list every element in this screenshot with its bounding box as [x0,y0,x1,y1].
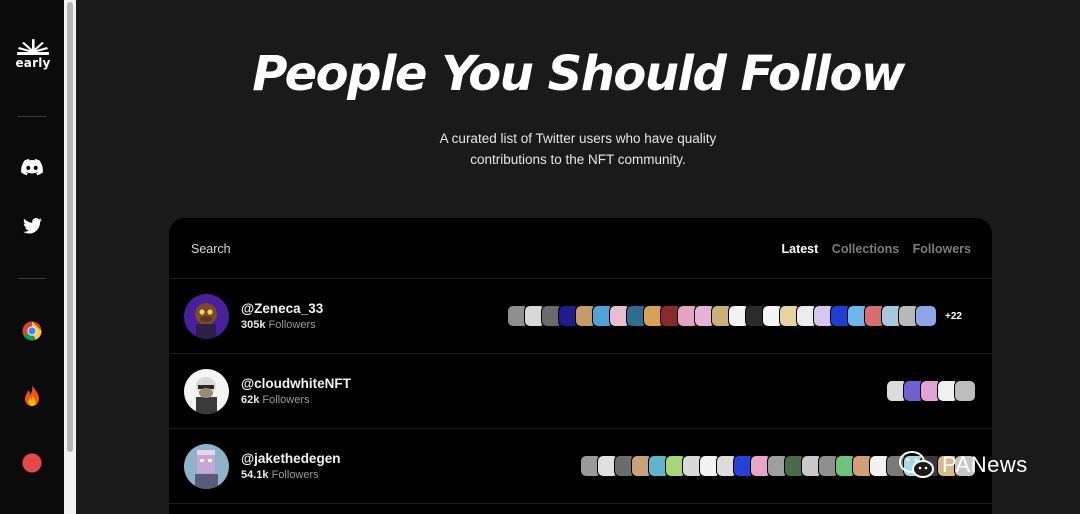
nft-collection-strip [886,380,976,402]
user-handle[interactable]: @cloudwhiteNFT [241,376,351,391]
user-row[interactable]: @Zeneca_33 305k Followers +22 [169,279,992,354]
watermark-text: PANews [942,452,1028,477]
follower-number: 62k [241,394,260,406]
follower-label: Followers [268,319,316,331]
follower-label: Followers [262,394,310,406]
record-dot-icon[interactable] [20,451,44,475]
subtitle-line: contributions to the NFT community. [470,152,686,167]
page-title: People You Should Follow [252,46,905,102]
follower-label: Followers [271,469,319,481]
nft-collection-strip: +22 [507,305,976,327]
early-logo-icon [17,39,49,55]
scrollbar-thumb[interactable] [67,2,73,452]
nft-thumbnail[interactable] [954,380,976,402]
twitter-icon[interactable] [20,214,44,238]
user-handle[interactable]: @Zeneca_33 [241,301,323,316]
fire-icon[interactable] [20,384,44,408]
tab-followers[interactable]: Followers [913,242,971,256]
tab-latest[interactable]: Latest [781,242,818,256]
logo-text: early [15,56,51,70]
avatar[interactable] [184,444,229,489]
watermark: PANews [898,450,1028,480]
user-row[interactable]: @jakethedegen 54.1k Followers [169,429,992,504]
avatar[interactable] [184,369,229,414]
follower-count: 54.1k Followers [241,469,319,481]
subtitle-line: A curated list of Twitter users who have… [439,131,717,146]
user-handle[interactable]: @jakethedegen [241,451,340,466]
sidebar-divider [18,116,46,117]
user-row[interactable]: @cloudwhiteNFT 62k Followers [169,354,992,429]
avatar[interactable] [184,294,229,339]
more-collections-count[interactable]: +22 [945,311,962,322]
tab-collections[interactable]: Collections [832,242,899,256]
search-input[interactable]: Search [191,242,231,256]
people-list-card: Search Latest Collections Followers @Zen… [169,218,992,514]
follower-count: 305k Followers [241,319,316,331]
list-header: Search Latest Collections Followers [169,218,992,279]
follower-count: 62k Followers [241,394,310,406]
discord-icon[interactable] [20,155,44,179]
sidebar: early [0,0,66,514]
page-subtitle: A curated list of Twitter users who have… [76,128,1080,170]
sidebar-divider [18,278,46,279]
wechat-icon [899,451,934,478]
early-logo[interactable]: early [12,38,54,70]
nft-thumbnail[interactable] [915,305,938,327]
chrome-icon[interactable] [20,319,44,343]
follower-number: 305k [241,319,266,331]
follower-number: 54.1k [241,469,269,481]
sort-tabs: Latest Collections Followers [771,242,971,256]
